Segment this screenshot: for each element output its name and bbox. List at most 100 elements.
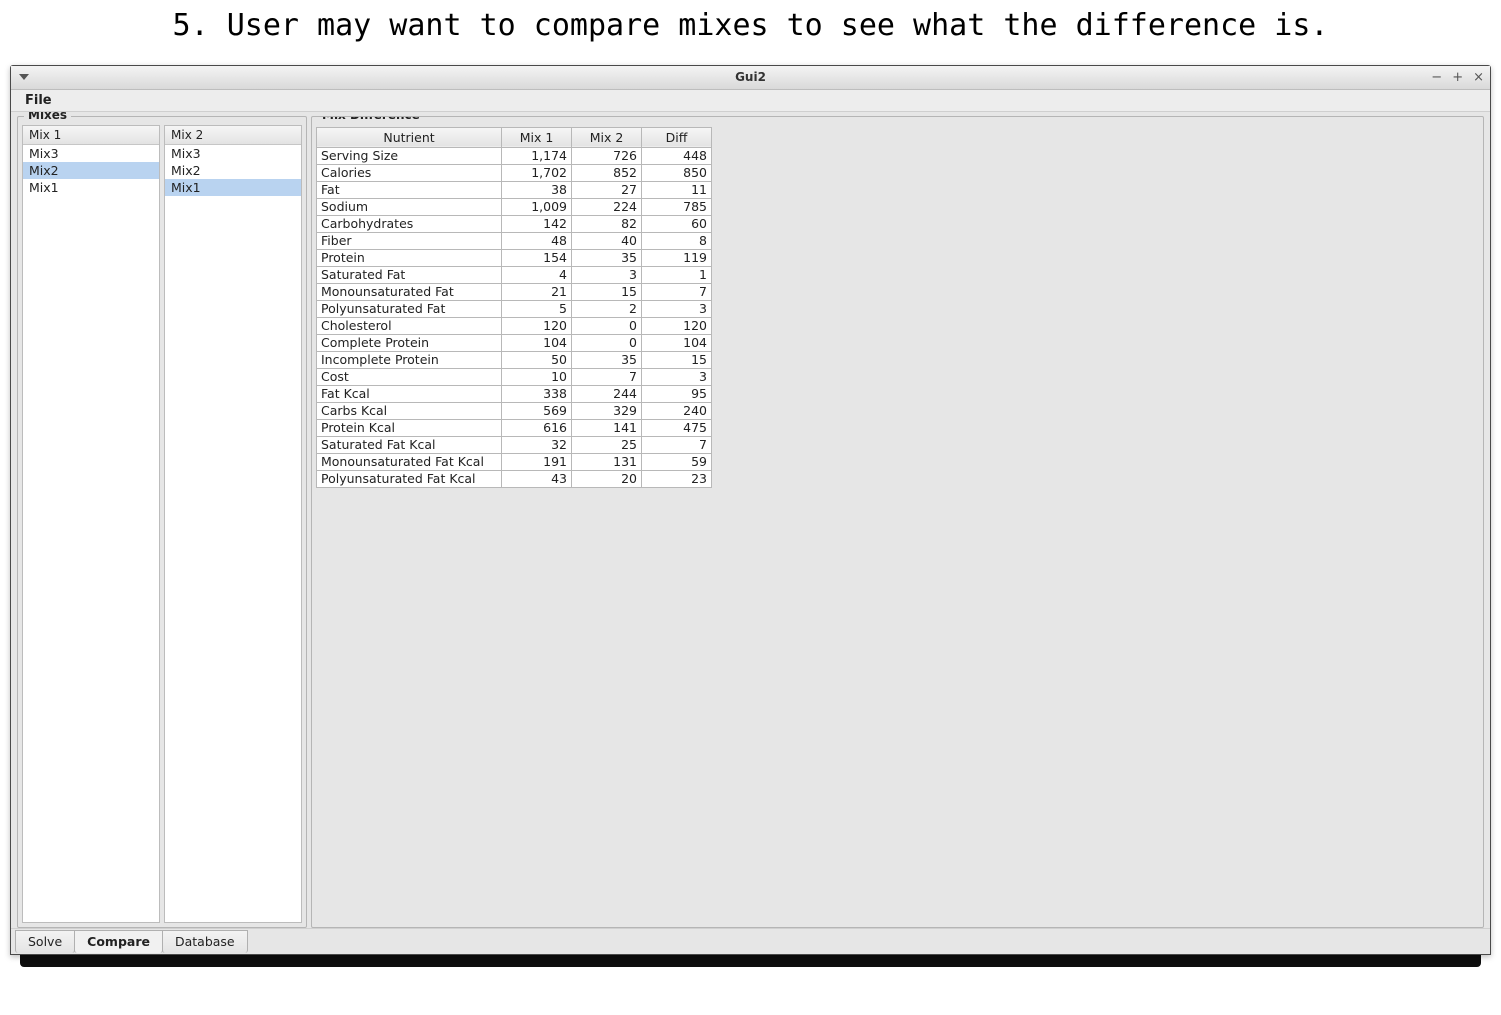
cell-mix2: 0	[572, 334, 642, 351]
table-row[interactable]: Protein15435119	[317, 249, 712, 266]
diff-header-mix2[interactable]: Mix 2	[572, 127, 642, 147]
cell-mix2: 852	[572, 164, 642, 181]
table-row[interactable]: Sodium1,009224785	[317, 198, 712, 215]
mix-difference-table: Nutrient Mix 1 Mix 2 Diff Serving Size1,…	[316, 127, 712, 488]
window-maximize-button[interactable]: +	[1452, 71, 1463, 84]
cell-mix1: 569	[502, 402, 572, 419]
cell-diff: 120	[642, 317, 712, 334]
cell-nutrient: Cholesterol	[317, 317, 502, 334]
cell-mix2: 2	[572, 300, 642, 317]
cell-mix1: 154	[502, 249, 572, 266]
table-row[interactable]: Serving Size1,174726448	[317, 147, 712, 164]
cell-mix2: 82	[572, 215, 642, 232]
cell-mix2: 131	[572, 453, 642, 470]
table-row[interactable]: Fat Kcal33824495	[317, 385, 712, 402]
cell-diff: 448	[642, 147, 712, 164]
window-menu-icon[interactable]	[19, 74, 29, 80]
diff-header-mix1[interactable]: Mix 1	[502, 127, 572, 147]
table-row[interactable]: Fat382711	[317, 181, 712, 198]
cell-diff: 11	[642, 181, 712, 198]
cell-diff: 23	[642, 470, 712, 487]
list-item[interactable]: Mix3	[23, 145, 159, 162]
diff-header-nutrient[interactable]: Nutrient	[317, 127, 502, 147]
cell-nutrient: Polyunsaturated Fat Kcal	[317, 470, 502, 487]
cell-diff: 59	[642, 453, 712, 470]
mixes-group: Mixes Mix 1 Mix3Mix2Mix1 Mix 2 Mix3Mix2M…	[17, 116, 307, 928]
table-row[interactable]: Fiber48408	[317, 232, 712, 249]
cell-diff: 119	[642, 249, 712, 266]
mix2-listbox[interactable]: Mix3Mix2Mix1	[165, 145, 301, 922]
cell-mix2: 7	[572, 368, 642, 385]
mix-difference-group: Mix Difference Nutrient Mix 1 Mix 2 Diff…	[311, 116, 1484, 928]
table-row[interactable]: Protein Kcal616141475	[317, 419, 712, 436]
cell-mix1: 21	[502, 283, 572, 300]
tab-database[interactable]: Database	[162, 930, 248, 953]
table-row[interactable]: Polyunsaturated Fat523	[317, 300, 712, 317]
table-row[interactable]: Monounsaturated Fat21157	[317, 283, 712, 300]
cell-diff: 3	[642, 300, 712, 317]
cell-diff: 8	[642, 232, 712, 249]
cell-mix1: 43	[502, 470, 572, 487]
list-item[interactable]: Mix2	[165, 162, 301, 179]
cell-nutrient: Incomplete Protein	[317, 351, 502, 368]
cell-diff: 104	[642, 334, 712, 351]
cell-mix1: 142	[502, 215, 572, 232]
menu-file[interactable]: File	[17, 91, 60, 110]
cell-diff: 7	[642, 436, 712, 453]
mix-difference-group-title: Mix Difference	[318, 116, 424, 122]
table-row[interactable]: Incomplete Protein503515	[317, 351, 712, 368]
table-row[interactable]: Polyunsaturated Fat Kcal432023	[317, 470, 712, 487]
cell-diff: 15	[642, 351, 712, 368]
mix2-list: Mix 2 Mix3Mix2Mix1	[164, 125, 302, 923]
window-minimize-button[interactable]: −	[1431, 71, 1442, 84]
menubar: File	[11, 90, 1490, 112]
cell-mix2: 141	[572, 419, 642, 436]
bottom-tabstrip: SolveCompareDatabase	[11, 928, 1490, 954]
cell-nutrient: Calories	[317, 164, 502, 181]
cell-mix1: 1,009	[502, 198, 572, 215]
cell-mix2: 27	[572, 181, 642, 198]
list-item[interactable]: Mix3	[165, 145, 301, 162]
table-row[interactable]: Cost1073	[317, 368, 712, 385]
mix1-listbox[interactable]: Mix3Mix2Mix1	[23, 145, 159, 922]
cell-nutrient: Cost	[317, 368, 502, 385]
list-item[interactable]: Mix1	[23, 179, 159, 196]
app-window: Gui2 − + × File Mixes Mix 1 Mix3Mix2Mix1	[10, 65, 1491, 955]
table-row[interactable]: Cholesterol1200120	[317, 317, 712, 334]
table-row[interactable]: Monounsaturated Fat Kcal19113159	[317, 453, 712, 470]
table-row[interactable]: Carbohydrates1428260	[317, 215, 712, 232]
window-titlebar[interactable]: Gui2 − + ×	[11, 66, 1490, 90]
tab-compare[interactable]: Compare	[74, 930, 163, 953]
mix1-list-header[interactable]: Mix 1	[23, 126, 159, 145]
diff-header-diff[interactable]: Diff	[642, 127, 712, 147]
cell-nutrient: Protein	[317, 249, 502, 266]
cell-nutrient: Polyunsaturated Fat	[317, 300, 502, 317]
cell-mix1: 5	[502, 300, 572, 317]
table-row[interactable]: Saturated Fat Kcal32257	[317, 436, 712, 453]
list-item[interactable]: Mix1	[165, 179, 301, 196]
table-row[interactable]: Carbs Kcal569329240	[317, 402, 712, 419]
cell-nutrient: Serving Size	[317, 147, 502, 164]
table-row[interactable]: Calories1,702852850	[317, 164, 712, 181]
list-item[interactable]: Mix2	[23, 162, 159, 179]
mix1-list: Mix 1 Mix3Mix2Mix1	[22, 125, 160, 923]
cell-diff: 1	[642, 266, 712, 283]
mix2-list-header[interactable]: Mix 2	[165, 126, 301, 145]
window-close-button[interactable]: ×	[1473, 71, 1484, 84]
cell-nutrient: Carbs Kcal	[317, 402, 502, 419]
cell-mix2: 3	[572, 266, 642, 283]
cell-nutrient: Sodium	[317, 198, 502, 215]
cell-diff: 475	[642, 419, 712, 436]
cell-mix1: 50	[502, 351, 572, 368]
tab-solve[interactable]: Solve	[15, 930, 75, 953]
table-row[interactable]: Complete Protein1040104	[317, 334, 712, 351]
cell-diff: 7	[642, 283, 712, 300]
cell-mix2: 244	[572, 385, 642, 402]
cell-mix2: 20	[572, 470, 642, 487]
cell-mix1: 120	[502, 317, 572, 334]
table-row[interactable]: Saturated Fat431	[317, 266, 712, 283]
cell-mix1: 10	[502, 368, 572, 385]
cell-mix1: 338	[502, 385, 572, 402]
cell-nutrient: Monounsaturated Fat	[317, 283, 502, 300]
cell-mix1: 4	[502, 266, 572, 283]
